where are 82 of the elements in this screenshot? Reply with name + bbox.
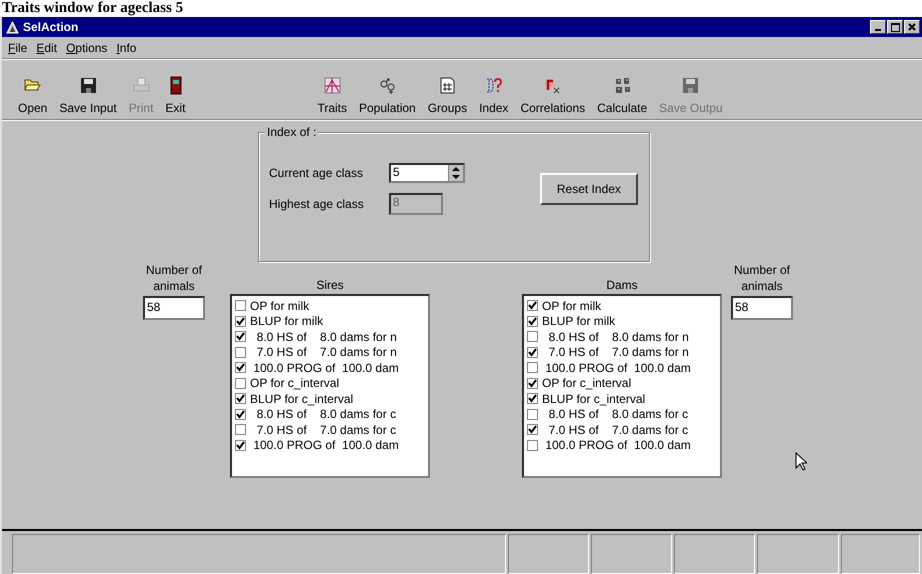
checkbox[interactable] (527, 300, 538, 312)
toolbar-button[interactable]: Exit (159, 76, 192, 115)
checkbox[interactable] (235, 393, 246, 404)
menu-item[interactable]: Options (66, 41, 108, 55)
checkbox[interactable] (527, 393, 538, 404)
population-icon (378, 76, 397, 95)
app-icon (6, 20, 19, 34)
checkbox[interactable] (235, 424, 246, 436)
window-title: SelAction (23, 20, 78, 34)
field-label: Current age class (269, 166, 364, 180)
checkbox-label: BLUP for c_interval (542, 392, 646, 406)
checkbox-label: 7.0 HS of 7.0 dams for c (548, 422, 688, 437)
menu-item[interactable]: Edit (36, 41, 58, 55)
traits-icon (322, 76, 342, 95)
trait-list[interactable] (522, 294, 722, 478)
checkbox[interactable] (235, 346, 246, 358)
checkbox[interactable] (235, 440, 246, 451)
checkbox-label: 100.0 PROG of 100.0 dam (252, 438, 399, 452)
checkbox-label: OP for c_interval (250, 376, 340, 390)
count-label: Number of animals (144, 262, 204, 294)
checkbox[interactable] (527, 316, 538, 327)
checkbox-label: OP for milk (542, 298, 602, 313)
checkbox[interactable] (527, 378, 538, 389)
toolbar-button[interactable]: Population (353, 76, 422, 115)
checkbox-label: BLUP for milk (542, 314, 616, 328)
checkbox-label: 7.0 HS of 7.0 dams for n (256, 345, 397, 360)
maximize-icon (890, 22, 900, 32)
menu-item[interactable]: Info (116, 41, 136, 55)
checkbox-label: OP for milk (250, 298, 310, 313)
toolbar-button[interactable]: Groups (422, 76, 474, 115)
checkbox-label: BLUP for c_interval (250, 392, 354, 406)
checkbox[interactable] (235, 316, 246, 327)
checkbox[interactable] (235, 362, 246, 374)
checkbox-label: BLUP for milk (250, 314, 324, 328)
checkbox[interactable] (527, 424, 538, 436)
minimize-button[interactable] (870, 20, 886, 34)
count-field[interactable]: 58 (143, 296, 205, 320)
toolbar-button[interactable]: Index (473, 76, 514, 115)
toolbar-button[interactable]: Calculate (591, 76, 654, 115)
checkbox[interactable] (527, 362, 538, 374)
toolbar-button[interactable]: Correlations (514, 76, 592, 115)
menu-item[interactable]: File (8, 41, 28, 55)
checkbox[interactable] (527, 331, 538, 342)
correlations-icon (543, 76, 562, 95)
trait-list[interactable] (230, 294, 430, 478)
toolbar-button[interactable]: Save Input (53, 76, 123, 115)
checkbox[interactable] (235, 331, 246, 342)
checkbox[interactable] (527, 440, 538, 451)
save-icon (78, 76, 98, 95)
checkbox-label: 8.0 HS of 8.0 dams for n (548, 330, 689, 344)
checkbox[interactable] (527, 408, 538, 420)
checkbox-label: 7.0 HS of 7.0 dams for n (548, 345, 689, 360)
caption: Traits window for ageclass 5 (1, 0, 184, 17)
checkbox-label: 8.0 HS of 8.0 dams for n (256, 330, 397, 344)
count-field[interactable]: 58 (731, 296, 793, 320)
close-icon (908, 23, 916, 31)
group-title: Index of : (265, 125, 318, 139)
list-title: Dams (606, 278, 638, 292)
save-icon (681, 76, 700, 95)
checkbox-label: 100.0 PROG of 100.0 dam (252, 360, 399, 375)
checkbox-label: 7.0 HS of 7.0 dams for c (256, 422, 396, 437)
checkbox[interactable] (235, 300, 246, 312)
index-icon (484, 76, 504, 95)
checkbox-label: OP for c_interval (542, 376, 632, 390)
checkbox[interactable] (235, 378, 246, 389)
checkbox-label: 100.0 PROG of 100.0 dam (544, 438, 691, 452)
close-button[interactable] (904, 20, 920, 34)
mouse-cursor-icon (795, 452, 807, 471)
checkbox-label: 8.0 HS of 8.0 dams for c (548, 407, 688, 422)
age-class-spinner[interactable]: 5 (388, 163, 465, 183)
checkbox-label: 100.0 PROG of 100.0 dam (544, 360, 691, 375)
count-label: Number of animals (732, 262, 792, 294)
toolbar-button[interactable]: Open (12, 76, 54, 115)
list-title: Sires (316, 278, 344, 292)
maximize-button[interactable] (887, 20, 903, 34)
checkbox[interactable] (527, 346, 538, 358)
checkbox[interactable] (235, 408, 246, 420)
groups-icon (438, 76, 457, 95)
reset-index-button[interactable]: Reset Index (540, 173, 638, 205)
field-label: Highest age class (269, 197, 365, 211)
checkbox-label: 8.0 HS of 8.0 dams for c (256, 407, 396, 422)
toolbar-button[interactable]: Traits (311, 76, 353, 115)
